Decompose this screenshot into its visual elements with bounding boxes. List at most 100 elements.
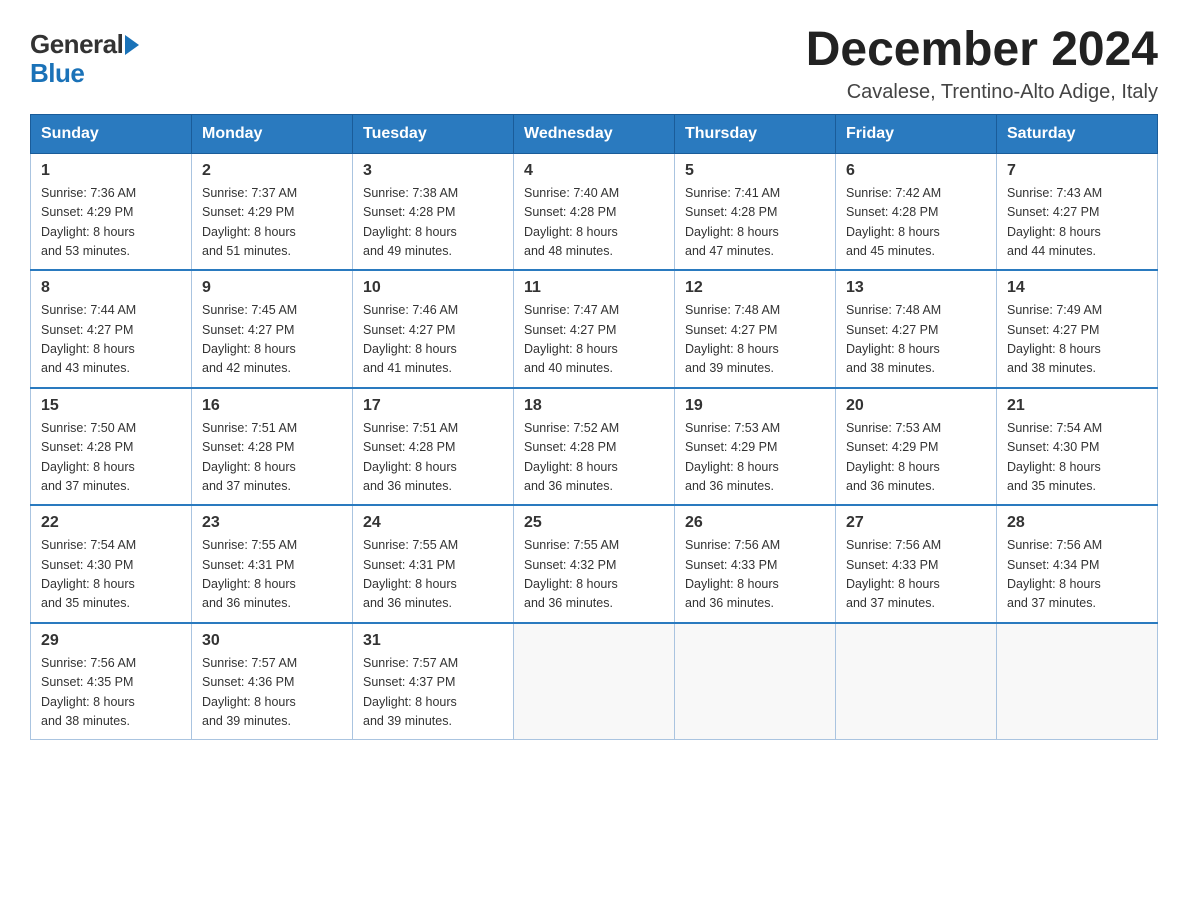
calendar-day-cell: 21 Sunrise: 7:54 AMSunset: 4:30 PMDaylig… [997,388,1158,506]
calendar-day-header: Saturday [997,114,1158,153]
calendar-day-cell: 2 Sunrise: 7:37 AMSunset: 4:29 PMDayligh… [192,153,353,270]
calendar-day-header: Monday [192,114,353,153]
day-number: 20 [846,397,986,415]
calendar-day-cell: 30 Sunrise: 7:57 AMSunset: 4:36 PMDaylig… [192,623,353,740]
day-number: 27 [846,514,986,532]
calendar-day-cell [836,623,997,740]
day-number: 1 [41,162,181,180]
day-info: Sunrise: 7:36 AMSunset: 4:29 PMDaylight:… [41,186,136,258]
calendar-week-row: 1 Sunrise: 7:36 AMSunset: 4:29 PMDayligh… [31,153,1158,270]
day-info: Sunrise: 7:54 AMSunset: 4:30 PMDaylight:… [41,538,136,610]
calendar-day-cell: 11 Sunrise: 7:47 AMSunset: 4:27 PMDaylig… [514,270,675,388]
logo: General Blue [30,30,139,87]
day-number: 12 [685,279,825,297]
day-info: Sunrise: 7:40 AMSunset: 4:28 PMDaylight:… [524,186,619,258]
day-info: Sunrise: 7:48 AMSunset: 4:27 PMDaylight:… [685,303,780,375]
calendar-day-cell: 6 Sunrise: 7:42 AMSunset: 4:28 PMDayligh… [836,153,997,270]
day-info: Sunrise: 7:49 AMSunset: 4:27 PMDaylight:… [1007,303,1102,375]
logo-blue: Blue [30,58,84,88]
day-number: 6 [846,162,986,180]
day-info: Sunrise: 7:51 AMSunset: 4:28 PMDaylight:… [363,421,458,493]
calendar-day-cell: 8 Sunrise: 7:44 AMSunset: 4:27 PMDayligh… [31,270,192,388]
calendar-day-cell: 5 Sunrise: 7:41 AMSunset: 4:28 PMDayligh… [675,153,836,270]
calendar-table: SundayMondayTuesdayWednesdayThursdayFrid… [30,114,1158,741]
calendar-day-cell: 26 Sunrise: 7:56 AMSunset: 4:33 PMDaylig… [675,505,836,623]
calendar-week-row: 15 Sunrise: 7:50 AMSunset: 4:28 PMDaylig… [31,388,1158,506]
calendar-day-header: Wednesday [514,114,675,153]
header: General Blue December 2024 Cavalese, Tre… [30,24,1158,104]
calendar-day-cell: 25 Sunrise: 7:55 AMSunset: 4:32 PMDaylig… [514,505,675,623]
calendar-day-cell: 13 Sunrise: 7:48 AMSunset: 4:27 PMDaylig… [836,270,997,388]
day-number: 5 [685,162,825,180]
calendar-day-cell: 22 Sunrise: 7:54 AMSunset: 4:30 PMDaylig… [31,505,192,623]
day-number: 14 [1007,279,1147,297]
calendar-day-header: Friday [836,114,997,153]
day-number: 23 [202,514,342,532]
day-info: Sunrise: 7:46 AMSunset: 4:27 PMDaylight:… [363,303,458,375]
day-info: Sunrise: 7:55 AMSunset: 4:32 PMDaylight:… [524,538,619,610]
page-subtitle: Cavalese, Trentino-Alto Adige, Italy [806,81,1158,104]
calendar-day-cell: 17 Sunrise: 7:51 AMSunset: 4:28 PMDaylig… [353,388,514,506]
day-info: Sunrise: 7:51 AMSunset: 4:28 PMDaylight:… [202,421,297,493]
day-number: 30 [202,632,342,650]
calendar-day-cell: 15 Sunrise: 7:50 AMSunset: 4:28 PMDaylig… [31,388,192,506]
calendar-day-cell: 28 Sunrise: 7:56 AMSunset: 4:34 PMDaylig… [997,505,1158,623]
day-number: 7 [1007,162,1147,180]
day-number: 10 [363,279,503,297]
calendar-header-row: SundayMondayTuesdayWednesdayThursdayFrid… [31,114,1158,153]
title-block: December 2024 Cavalese, Trentino-Alto Ad… [806,24,1158,104]
day-number: 2 [202,162,342,180]
day-info: Sunrise: 7:56 AMSunset: 4:33 PMDaylight:… [846,538,941,610]
day-number: 25 [524,514,664,532]
day-number: 31 [363,632,503,650]
day-info: Sunrise: 7:48 AMSunset: 4:27 PMDaylight:… [846,303,941,375]
day-info: Sunrise: 7:41 AMSunset: 4:28 PMDaylight:… [685,186,780,258]
day-info: Sunrise: 7:56 AMSunset: 4:33 PMDaylight:… [685,538,780,610]
calendar-day-cell: 4 Sunrise: 7:40 AMSunset: 4:28 PMDayligh… [514,153,675,270]
calendar-day-cell: 19 Sunrise: 7:53 AMSunset: 4:29 PMDaylig… [675,388,836,506]
calendar-day-cell: 24 Sunrise: 7:55 AMSunset: 4:31 PMDaylig… [353,505,514,623]
calendar-day-cell: 16 Sunrise: 7:51 AMSunset: 4:28 PMDaylig… [192,388,353,506]
day-info: Sunrise: 7:45 AMSunset: 4:27 PMDaylight:… [202,303,297,375]
calendar-day-cell: 3 Sunrise: 7:38 AMSunset: 4:28 PMDayligh… [353,153,514,270]
calendar-day-cell: 9 Sunrise: 7:45 AMSunset: 4:27 PMDayligh… [192,270,353,388]
calendar-day-header: Thursday [675,114,836,153]
calendar-week-row: 29 Sunrise: 7:56 AMSunset: 4:35 PMDaylig… [31,623,1158,740]
calendar-day-cell: 10 Sunrise: 7:46 AMSunset: 4:27 PMDaylig… [353,270,514,388]
day-number: 19 [685,397,825,415]
calendar-day-cell: 31 Sunrise: 7:57 AMSunset: 4:37 PMDaylig… [353,623,514,740]
day-number: 9 [202,279,342,297]
day-number: 18 [524,397,664,415]
day-number: 17 [363,397,503,415]
day-info: Sunrise: 7:44 AMSunset: 4:27 PMDaylight:… [41,303,136,375]
day-info: Sunrise: 7:57 AMSunset: 4:37 PMDaylight:… [363,656,458,728]
day-info: Sunrise: 7:55 AMSunset: 4:31 PMDaylight:… [363,538,458,610]
calendar-week-row: 22 Sunrise: 7:54 AMSunset: 4:30 PMDaylig… [31,505,1158,623]
day-info: Sunrise: 7:50 AMSunset: 4:28 PMDaylight:… [41,421,136,493]
day-number: 16 [202,397,342,415]
day-info: Sunrise: 7:53 AMSunset: 4:29 PMDaylight:… [685,421,780,493]
day-info: Sunrise: 7:57 AMSunset: 4:36 PMDaylight:… [202,656,297,728]
calendar-day-cell [997,623,1158,740]
day-info: Sunrise: 7:38 AMSunset: 4:28 PMDaylight:… [363,186,458,258]
calendar-day-cell: 1 Sunrise: 7:36 AMSunset: 4:29 PMDayligh… [31,153,192,270]
calendar-day-cell: 14 Sunrise: 7:49 AMSunset: 4:27 PMDaylig… [997,270,1158,388]
logo-arrow-icon [125,35,139,55]
calendar-day-cell: 20 Sunrise: 7:53 AMSunset: 4:29 PMDaylig… [836,388,997,506]
day-number: 11 [524,279,664,297]
calendar-day-cell [514,623,675,740]
calendar-day-header: Tuesday [353,114,514,153]
calendar-day-cell: 29 Sunrise: 7:56 AMSunset: 4:35 PMDaylig… [31,623,192,740]
calendar-day-cell: 18 Sunrise: 7:52 AMSunset: 4:28 PMDaylig… [514,388,675,506]
day-info: Sunrise: 7:56 AMSunset: 4:35 PMDaylight:… [41,656,136,728]
calendar-day-cell: 7 Sunrise: 7:43 AMSunset: 4:27 PMDayligh… [997,153,1158,270]
day-info: Sunrise: 7:37 AMSunset: 4:29 PMDaylight:… [202,186,297,258]
day-number: 28 [1007,514,1147,532]
calendar-day-cell [675,623,836,740]
day-number: 3 [363,162,503,180]
day-number: 4 [524,162,664,180]
day-number: 29 [41,632,181,650]
calendar-day-cell: 27 Sunrise: 7:56 AMSunset: 4:33 PMDaylig… [836,505,997,623]
day-number: 21 [1007,397,1147,415]
page-title: December 2024 [806,24,1158,77]
